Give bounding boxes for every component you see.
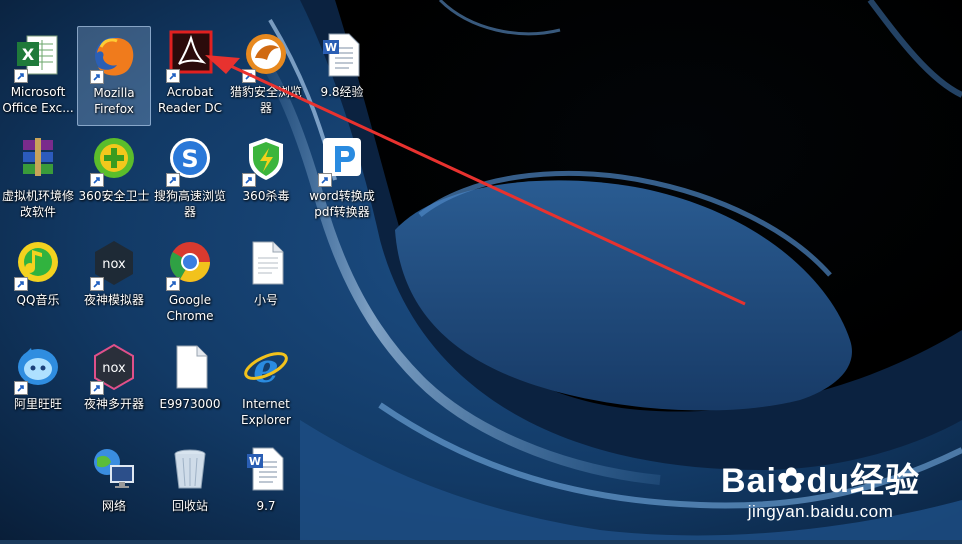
desktop-icon-excel[interactable]: X Microsoft Office Exc... xyxy=(1,26,75,126)
network-icon xyxy=(89,444,139,494)
desktop-icon-label: word转换成 pdf转换器 xyxy=(309,189,375,219)
360-safe-icon xyxy=(89,134,139,187)
taskbar-edge xyxy=(0,540,962,544)
excel-icon: X xyxy=(13,30,63,83)
paw-icon: ✿ xyxy=(776,462,807,500)
svg-text:nox: nox xyxy=(102,257,126,272)
shortcut-arrow-icon xyxy=(166,173,180,187)
desktop-icon-label: 网络 xyxy=(101,499,126,513)
desktop-icon-label: 搜狗高速浏览 器 xyxy=(153,189,226,219)
svg-text:e: e xyxy=(253,345,278,392)
desktop-icon-e9973000[interactable]: E9973000 xyxy=(153,338,227,438)
desktop-icon-360-antivirus[interactable]: 360杀毒 xyxy=(229,130,303,230)
desktop-icon-label: Google Chrome xyxy=(166,293,214,323)
svg-text:W: W xyxy=(249,455,261,468)
shortcut-arrow-icon xyxy=(242,69,256,83)
nox-icon: nox xyxy=(89,238,139,291)
desktop-icon-label: 夜神多开器 xyxy=(83,397,144,411)
desktop-icon-label: 阿里旺旺 xyxy=(13,397,62,411)
360-antivirus-icon xyxy=(241,134,291,187)
desktop-icon-label: 360杀毒 xyxy=(242,189,290,203)
desktop-icon-qq-music[interactable]: QQ音乐 xyxy=(1,234,75,334)
svg-text:nox: nox xyxy=(102,361,126,376)
svg-text:S: S xyxy=(181,145,198,173)
desktop-icon-acrobat[interactable]: Acrobat Reader DC xyxy=(153,26,227,126)
ie-icon: e xyxy=(241,342,291,392)
recycle-bin-icon xyxy=(165,444,215,494)
shortcut-arrow-icon xyxy=(14,277,28,291)
shortcut-arrow-icon xyxy=(166,277,180,291)
shortcut-arrow-icon xyxy=(90,173,104,187)
desktop-icon-label: 猎豹安全浏览 器 xyxy=(229,85,302,115)
word-doc-icon: W xyxy=(241,444,291,494)
baidu-logo-right: 经验 xyxy=(850,462,920,500)
baidu-logo-mid: du xyxy=(806,462,850,500)
acrobat-icon xyxy=(165,30,215,83)
desktop-icon-label: Acrobat Reader DC xyxy=(158,85,222,115)
sogou-browser-icon: S xyxy=(165,134,215,187)
text-file-icon xyxy=(241,238,291,288)
desktop-icon-label: 360安全卫士 xyxy=(78,189,150,203)
desktop-icon-recycle-bin[interactable]: 回收站 xyxy=(153,440,227,540)
shortcut-arrow-icon xyxy=(14,69,28,83)
desktop-icon-xiaohao[interactable]: 小号 xyxy=(229,234,303,334)
baidu-jingyan-watermark: Bai✿du经验 jingyan.baidu.com xyxy=(721,462,920,522)
shortcut-arrow-icon xyxy=(318,173,332,187)
shortcut-arrow-icon xyxy=(90,70,104,84)
desktop-icon-label: 9.7 xyxy=(256,499,276,513)
desktop-icon-label: 9.8经验 xyxy=(320,85,364,99)
baidu-logo-left: Bai xyxy=(721,462,777,500)
desktop-icon-label: Microsoft Office Exc... xyxy=(2,85,74,115)
desktop-icon-label: 夜神模拟器 xyxy=(83,293,144,307)
baidu-logo: Bai✿du经验 xyxy=(721,462,920,500)
pdf-converter-icon xyxy=(317,134,367,187)
desktop-icon-chrome[interactable]: Google Chrome xyxy=(153,234,227,334)
qq-music-icon xyxy=(13,238,63,291)
shortcut-arrow-icon xyxy=(14,381,28,395)
desktop-icon-aliwangwang[interactable]: 阿里旺旺 xyxy=(1,338,75,438)
chrome-icon xyxy=(165,238,215,291)
desktop-icon-9-7-doc[interactable]: W 9.7 xyxy=(229,440,303,540)
desktop-icon-label: 回收站 xyxy=(171,499,208,513)
desktop-icon-360-safe[interactable]: 360安全卫士 xyxy=(77,130,151,230)
word-doc-icon: W xyxy=(317,30,367,80)
desktop-icon-label: Mozilla Firefox xyxy=(93,86,135,116)
desktop-icon-winrar[interactable]: 虚拟机环境修 改软件 xyxy=(1,130,75,230)
desktop-icon-cheetah-browser[interactable]: 猎豹安全浏览 器 xyxy=(229,26,303,126)
desktop-icon-firefox[interactable]: Mozilla Firefox xyxy=(77,26,151,126)
desktop-icon-9-8-doc[interactable]: W 9.8经验 xyxy=(305,26,379,126)
desktop-icon-label: 虚拟机环境修 改软件 xyxy=(1,189,74,219)
desktop-icon-nox-multi[interactable]: nox 夜神多开器 xyxy=(77,338,151,438)
desktop-icon-label: E9973000 xyxy=(159,397,221,411)
aliwangwang-icon xyxy=(13,342,63,395)
desktop-icon-sogou[interactable]: S 搜狗高速浏览 器 xyxy=(153,130,227,230)
desktop-icon-label: 小号 xyxy=(253,293,278,307)
firefox-icon xyxy=(89,31,139,84)
svg-text:W: W xyxy=(325,41,337,54)
baidu-site-url: jingyan.baidu.com xyxy=(747,502,894,521)
desktop-icon-nox[interactable]: nox 夜神模拟器 xyxy=(77,234,151,334)
shortcut-arrow-icon xyxy=(166,69,180,83)
desktop-icon-pdf-converter[interactable]: word转换成 pdf转换器 xyxy=(305,130,379,230)
blank-file-icon xyxy=(165,342,215,392)
desktop-icon-label: QQ音乐 xyxy=(16,293,60,307)
svg-text:X: X xyxy=(22,45,35,64)
desktop-icon-label: Internet Explorer xyxy=(241,397,291,427)
shortcut-arrow-icon xyxy=(242,173,256,187)
cheetah-browser-icon xyxy=(241,30,291,83)
desktop-icon-network[interactable]: 网络 xyxy=(77,440,151,540)
nox-multi-icon: nox xyxy=(89,342,139,395)
shortcut-arrow-icon xyxy=(90,277,104,291)
desktop-icon-ie[interactable]: e Internet Explorer xyxy=(229,338,303,438)
shortcut-arrow-icon xyxy=(90,381,104,395)
winrar-icon xyxy=(13,134,63,184)
